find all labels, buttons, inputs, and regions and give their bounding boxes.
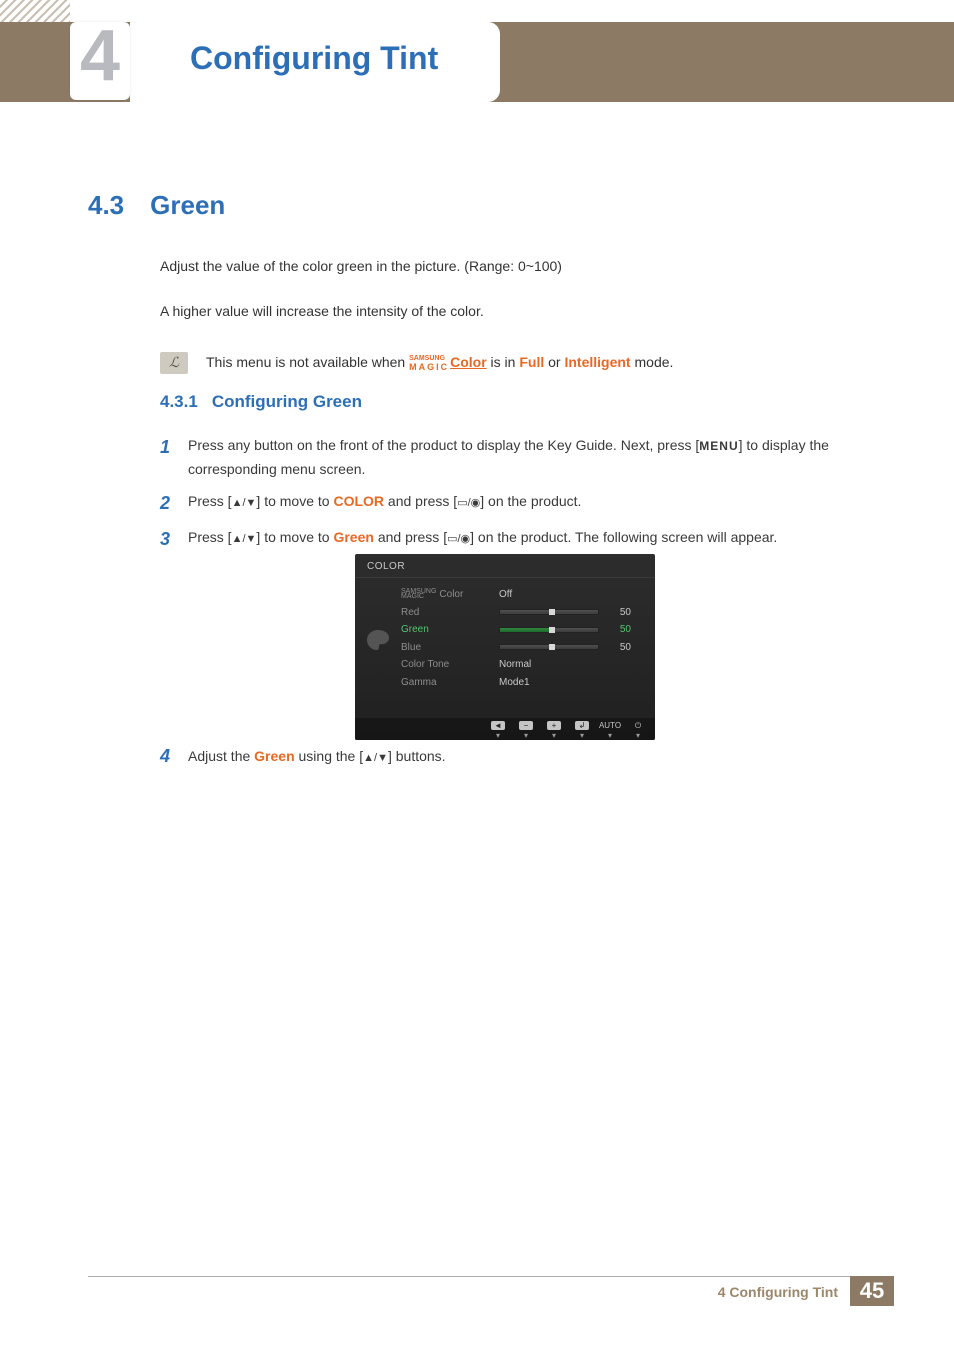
step-text: Press any button on the front of the pro… [188, 434, 869, 482]
osd-labels: SAMSUNGMAGICColor Red Green Blue Color T… [401, 586, 489, 691]
power-icon: ⏻ [631, 721, 645, 730]
subsection-heading: 4.3.1 Configuring Green [160, 392, 362, 412]
section-heading: 4.3 Green [88, 190, 225, 221]
section-number: 4.3 [88, 190, 124, 220]
arrow-buttons-icon: ▲/▼ [363, 752, 388, 764]
target-green: Green [333, 529, 373, 545]
osd-footer: ◄▾ −▾ +▾ ↲▾ AUTO▾ ⏻▾ [355, 718, 655, 740]
enter-icon: ↲ [575, 721, 589, 730]
osd-item-red: Red [401, 604, 489, 622]
osd-screenshot: COLOR SAMSUNGMAGICColor Red Green Blue C… [355, 554, 655, 740]
magic-color-link: Color [450, 354, 487, 370]
body-copy: Adjust the value of the color green in t… [160, 254, 869, 376]
osd-val-magic: Off [499, 586, 512, 604]
step-text: Adjust the Green using the [▲/▼] buttons… [188, 748, 446, 767]
page-footer: 4 Configuring Tint 45 [88, 1276, 894, 1306]
osd-val-red: 50 [607, 604, 631, 622]
osd-item-magic: SAMSUNGMAGICColor [401, 586, 489, 604]
slider-green [499, 627, 599, 633]
slider-blue [499, 644, 599, 650]
palette-icon [367, 630, 389, 650]
section-title: Green [150, 190, 225, 220]
step-number: 2 [160, 488, 174, 519]
step-text: Press [▲/▼] to move to Green and press [… [188, 526, 777, 555]
osd-val-blue: 50 [607, 639, 631, 657]
osd-val-colortone: Normal [499, 656, 531, 674]
osd-values: Off 50 50 50 Normal Mode1 [499, 586, 643, 691]
steps-list: 1 Press any button on the front of the p… [160, 434, 869, 563]
target-green: Green [254, 748, 294, 764]
arrow-buttons-icon: ▲/▼ [232, 497, 257, 509]
osd-icon-col [367, 586, 391, 691]
plus-icon: + [547, 721, 561, 730]
mode-intelligent: Intelligent [564, 354, 630, 370]
osd-title: COLOR [355, 554, 655, 575]
paragraph-2: A higher value will increase the intensi… [160, 299, 869, 324]
osd-item-gamma: Gamma [401, 674, 489, 692]
osd-item-colortone: Color Tone [401, 656, 489, 674]
step-text: Press [▲/▼] to move to COLOR and press [… [188, 490, 581, 519]
step-number: 4 [160, 746, 174, 767]
note-text: This menu is not available when SAMSUNGM… [206, 350, 673, 375]
enter-buttons-icon: ▭/◉ [457, 497, 480, 509]
osd-val-green: 50 [607, 621, 631, 639]
samsung-magic-logo: SAMSUNGMAGIC [409, 356, 449, 370]
step-2: 2 Press [▲/▼] to move to COLOR and press… [160, 490, 869, 519]
subsection-number: 4.3.1 [160, 392, 198, 411]
note-row: ℒ This menu is not available when SAMSUN… [160, 350, 869, 375]
page-number: 45 [850, 1276, 894, 1306]
menu-key: MENU [699, 439, 738, 453]
footer-label: 4 Configuring Tint [88, 1276, 850, 1306]
step-3: 3 Press [▲/▼] to move to Green and press… [160, 526, 869, 555]
paragraph-1: Adjust the value of the color green in t… [160, 254, 869, 279]
step-number: 1 [160, 432, 174, 482]
minus-icon: − [519, 721, 533, 730]
arrow-buttons-icon: ▲/▼ [232, 533, 257, 545]
note-icon: ℒ [160, 352, 188, 374]
chapter-number: 4 [80, 20, 120, 92]
samsung-magic-logo: SAMSUNGMAGIC [401, 589, 436, 600]
osd-val-gamma: Mode1 [499, 674, 530, 692]
enter-buttons-icon: ▭/◉ [447, 533, 470, 545]
chapter-box: 4 [70, 22, 130, 100]
subsection-title: Configuring Green [212, 392, 362, 411]
osd-item-green: Green [401, 621, 489, 639]
mode-full: Full [519, 354, 544, 370]
osd-separator [355, 577, 655, 578]
chapter-title: Configuring Tint [190, 40, 438, 77]
step-1: 1 Press any button on the front of the p… [160, 434, 869, 482]
auto-label: AUTO [603, 721, 617, 730]
step-4-wrap: 4 Adjust the Green using the [▲/▼] butto… [160, 748, 869, 775]
osd-item-blue: Blue [401, 639, 489, 657]
slider-red [499, 609, 599, 615]
step-number: 3 [160, 524, 174, 555]
step-4: 4 Adjust the Green using the [▲/▼] butto… [160, 748, 869, 767]
back-icon: ◄ [491, 721, 505, 730]
target-color: COLOR [333, 493, 384, 509]
